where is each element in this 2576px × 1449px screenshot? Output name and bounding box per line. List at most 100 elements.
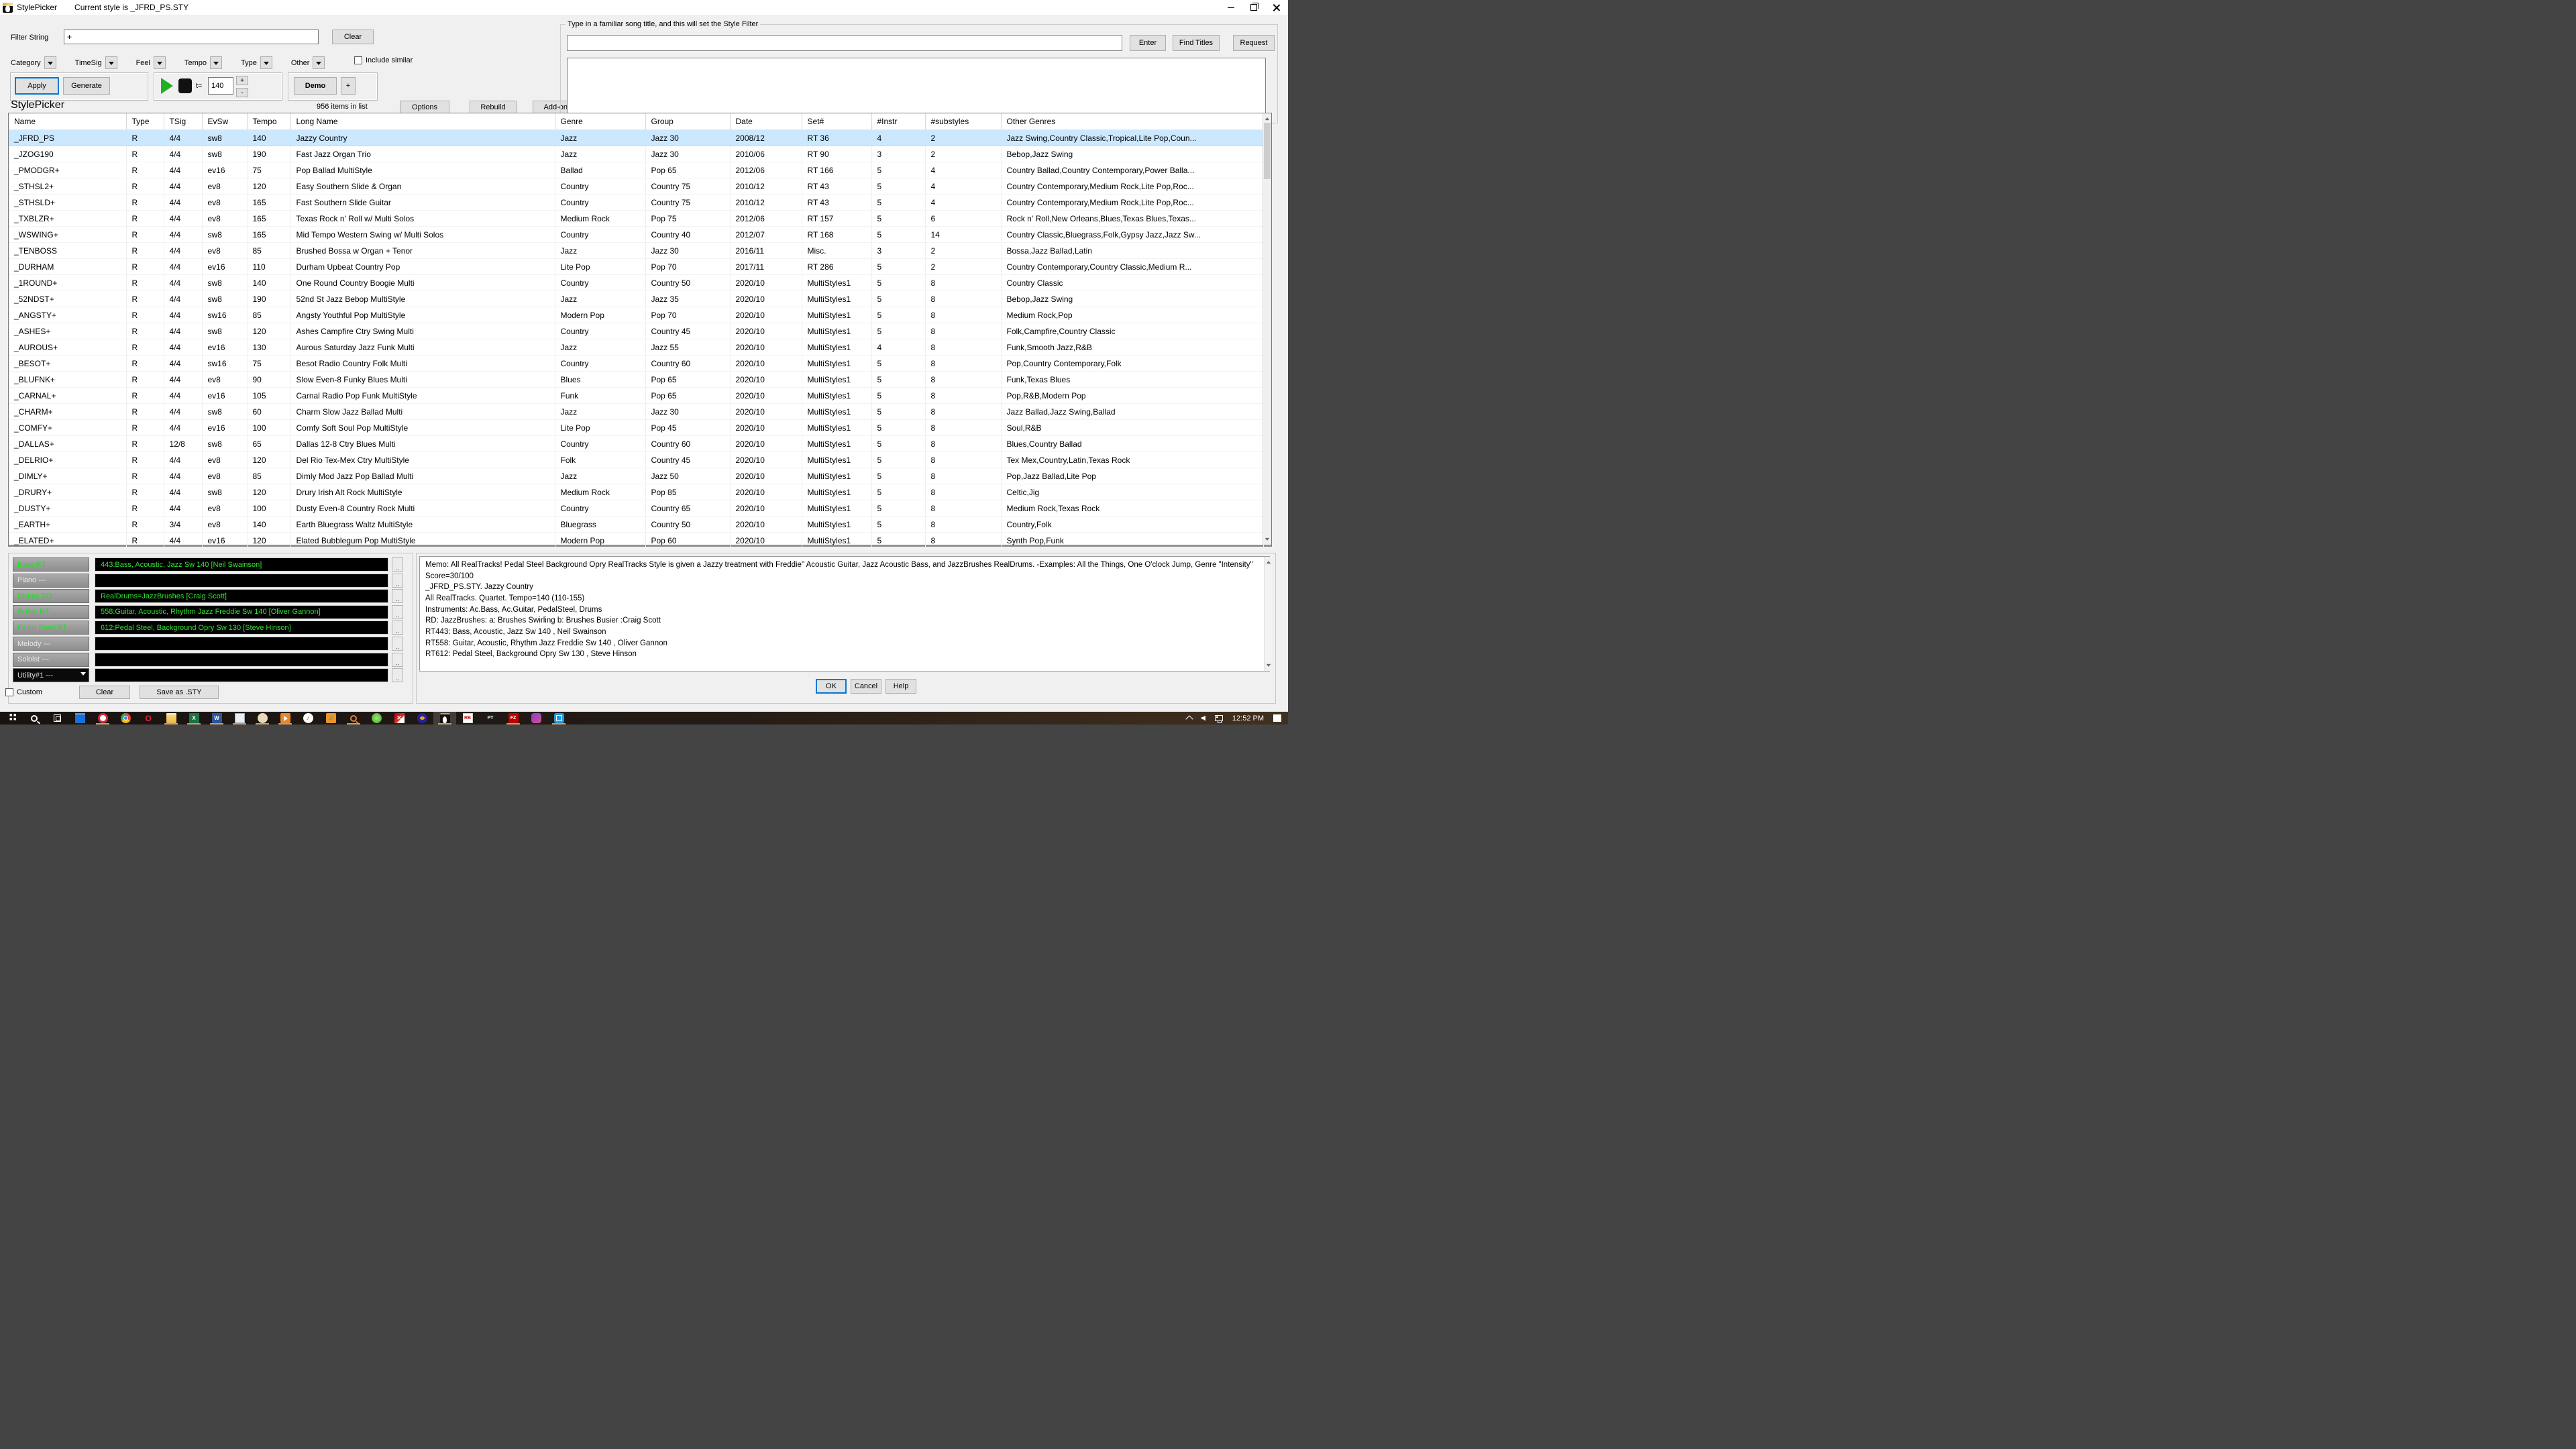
demo-button[interactable]: Demo bbox=[294, 77, 337, 95]
column-header[interactable]: Set# bbox=[802, 113, 872, 130]
track-label-button[interactable]: Drums RD bbox=[13, 589, 89, 604]
table-row[interactable]: _DRURY+ R 4/4 sw8 120 Drury Irish Alt Rock Mu… bbox=[9, 484, 1264, 500]
track-more-button[interactable]: .. bbox=[392, 621, 403, 635]
enter-button[interactable]: Enter bbox=[1130, 35, 1166, 51]
tempo-up-button[interactable]: + bbox=[236, 76, 248, 85]
track-more-button[interactable]: .. bbox=[392, 604, 403, 619]
tray-expand-icon[interactable] bbox=[1185, 715, 1193, 723]
taskbar-security-app-button[interactable] bbox=[91, 712, 114, 724]
demo-plus-button[interactable]: + bbox=[341, 77, 356, 95]
track-value-display[interactable]: RealDrums=JazzBrushes [Craig Scott] bbox=[95, 589, 388, 604]
chevron-down-icon[interactable] bbox=[44, 56, 56, 69]
track-label-button[interactable]: Utility#1 --- bbox=[13, 668, 89, 683]
track-label-button[interactable]: Bass RT bbox=[13, 557, 89, 572]
taskbar-media-player-button[interactable] bbox=[274, 712, 297, 724]
volume-icon[interactable] bbox=[1201, 715, 1205, 721]
column-header[interactable]: Type bbox=[126, 113, 164, 130]
help-button[interactable]: Help bbox=[885, 679, 916, 694]
options-button[interactable]: Options bbox=[400, 101, 449, 114]
taskbar-realband-button[interactable]: RB bbox=[456, 712, 479, 724]
table-row[interactable]: _STHSL2+ R 4/4 ev8 120 Easy Southern Slide & … bbox=[9, 178, 1264, 195]
taskbar-excel-button[interactable]: X bbox=[182, 712, 205, 724]
tray-clock[interactable]: 12:52 PM bbox=[1232, 714, 1264, 722]
table-vertical-scrollbar[interactable] bbox=[1263, 113, 1271, 545]
track-value-display[interactable] bbox=[95, 652, 388, 667]
table-row[interactable]: _52NDST+ R 4/4 sw8 190 52nd St Jazz Bebop Mul… bbox=[9, 290, 1264, 307]
song-title-input[interactable] bbox=[567, 35, 1122, 51]
rebuild-button[interactable]: Rebuild bbox=[470, 101, 517, 114]
taskbar-search-button[interactable] bbox=[23, 712, 46, 724]
table-row[interactable]: _PMODGR+ R 4/4 ev16 75 Pop Ballad MultiStyle B… bbox=[9, 162, 1264, 178]
track-value-display[interactable]: 558:Guitar, Acoustic, Rhythm Jazz Freddi… bbox=[95, 604, 388, 619]
column-header[interactable]: TSig bbox=[164, 113, 203, 130]
restore-button[interactable] bbox=[1242, 0, 1265, 15]
table-row[interactable]: _CARNAL+ R 4/4 ev16 105 Carnal Radio Pop Funk… bbox=[9, 387, 1264, 404]
column-header[interactable]: Other Genres bbox=[1001, 113, 1264, 130]
track-value-display[interactable] bbox=[95, 573, 388, 588]
custom-checkbox[interactable] bbox=[5, 688, 13, 696]
play-icon[interactable] bbox=[161, 78, 173, 94]
notifications-icon[interactable] bbox=[1273, 714, 1281, 722]
track-more-button[interactable]: .. bbox=[392, 637, 403, 651]
memo-scrollbar[interactable] bbox=[1264, 557, 1272, 671]
memo-scroll-up-icon[interactable] bbox=[1265, 557, 1272, 566]
table-row[interactable]: _1ROUND+ R 4/4 sw8 140 One Round Country Boog… bbox=[9, 274, 1264, 291]
taskbar-notepad-button[interactable] bbox=[228, 712, 251, 724]
table-row[interactable]: _DURHAM R 4/4 ev16 110 Durham Upbeat Country … bbox=[9, 258, 1264, 275]
table-row[interactable]: _ASHES+ R 4/4 sw8 120 Ashes Campfire Ctry Swi… bbox=[9, 323, 1264, 339]
column-header[interactable]: EvSw bbox=[202, 113, 248, 130]
table-row[interactable]: _DELRIO+ R 4/4 ev8 120 Del Rio Tex-Mex Ctry M… bbox=[9, 451, 1264, 468]
track-label-button[interactable]: Pedal Steel RT bbox=[13, 621, 89, 635]
tempo-down-button[interactable]: - bbox=[236, 88, 248, 97]
table-row[interactable]: _TXBLZR+ R 4/4 ev8 165 Texas Rock n' Roll w/ … bbox=[9, 210, 1264, 227]
close-button[interactable] bbox=[1265, 0, 1288, 15]
track-label-button[interactable]: Piano --- bbox=[13, 573, 89, 588]
taskbar-start-button[interactable] bbox=[0, 712, 23, 724]
request-button[interactable]: Request bbox=[1233, 35, 1275, 51]
track-more-button[interactable]: .. bbox=[392, 652, 403, 667]
find-titles-button[interactable]: Find Titles bbox=[1173, 35, 1220, 51]
taskbar-red-x-app-button[interactable]: ✕ bbox=[388, 712, 411, 724]
mixer-clear-button[interactable]: Clear bbox=[79, 686, 130, 699]
table-row[interactable]: _BLUFNK+ R 4/4 ev8 90 Slow Even-8 Funky Blues… bbox=[9, 371, 1264, 388]
minimize-button[interactable] bbox=[1220, 0, 1242, 15]
table-row[interactable]: _CHARM+ R 4/4 sw8 60 Charm Slow Jazz Ballad M… bbox=[9, 403, 1264, 420]
column-header[interactable]: #substyles bbox=[925, 113, 1002, 130]
chevron-down-icon[interactable] bbox=[153, 56, 166, 69]
taskbar-itunes-button[interactable]: ♪ bbox=[297, 712, 319, 724]
column-header[interactable]: Genre bbox=[555, 113, 646, 130]
include-similar-checkbox[interactable] bbox=[354, 56, 362, 64]
taskbar-audio-app-button[interactable] bbox=[411, 712, 433, 724]
generate-button[interactable]: Generate bbox=[63, 77, 110, 95]
track-value-display[interactable] bbox=[95, 668, 388, 683]
column-header[interactable]: Group bbox=[645, 113, 731, 130]
column-header[interactable]: Tempo bbox=[247, 113, 291, 130]
table-row[interactable]: _JZOG190 R 4/4 sw8 190 Fast Jazz Organ Trio Ja… bbox=[9, 146, 1264, 162]
apply-button[interactable]: Apply bbox=[15, 77, 59, 95]
column-header[interactable]: #Instr bbox=[871, 113, 926, 130]
chevron-down-icon[interactable] bbox=[313, 56, 325, 69]
table-row[interactable]: _TENBOSS R 4/4 ev8 85 Brushed Bossa w Organ +… bbox=[9, 242, 1264, 259]
table-row[interactable]: _AUROUS+ R 4/4 ev16 130 Aurous Saturday Jazz … bbox=[9, 339, 1264, 356]
track-label-button[interactable]: Soloist --- bbox=[13, 652, 89, 667]
taskbar-file-explorer-button[interactable] bbox=[160, 712, 182, 724]
table-row[interactable]: _ELATED+ R 4/4 ev16 120 Elated Bubblegum Pop … bbox=[9, 532, 1264, 549]
column-header[interactable]: Name bbox=[9, 113, 127, 130]
ok-button[interactable]: OK bbox=[816, 679, 847, 694]
table-row[interactable]: _COMFY+ R 4/4 ev16 100 Comfy Soft Soul Pop Mu… bbox=[9, 419, 1264, 436]
table-row[interactable]: _ANGSTY+ R 4/4 sw16 85 Angsty Youthful Pop Mu… bbox=[9, 307, 1264, 323]
taskbar-groove-app-button[interactable] bbox=[525, 712, 547, 724]
table-row[interactable]: _EARTH+ R 3/4 ev8 140 Earth Bluegrass Waltz M… bbox=[9, 516, 1264, 533]
track-more-button[interactable]: .. bbox=[392, 668, 403, 683]
track-label-button[interactable]: Melody --- bbox=[13, 637, 89, 651]
taskbar-find-app-button[interactable] bbox=[342, 712, 365, 724]
network-icon[interactable] bbox=[1214, 715, 1223, 723]
stop-icon[interactable] bbox=[178, 78, 192, 93]
taskbar-filezilla-button[interactable]: FZ bbox=[502, 712, 525, 724]
clear-filter-button[interactable]: Clear bbox=[332, 30, 374, 44]
chevron-down-icon[interactable] bbox=[260, 56, 272, 69]
track-more-button[interactable]: .. bbox=[392, 557, 403, 572]
taskbar-music-app-button[interactable]: ♫ bbox=[319, 712, 342, 724]
save-as-sty-button[interactable]: Save as .STY bbox=[140, 686, 219, 699]
scroll-down-icon[interactable] bbox=[1263, 536, 1271, 545]
